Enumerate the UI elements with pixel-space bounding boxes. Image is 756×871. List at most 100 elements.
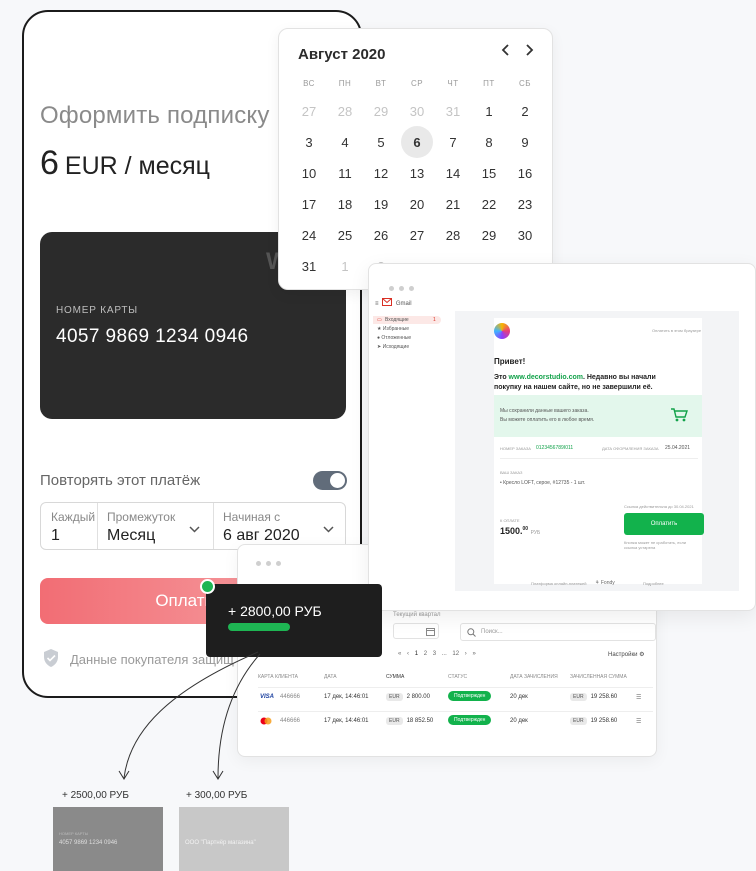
calendar-day[interactable]: 30 <box>399 104 435 119</box>
repeat-payment-label: Повторять этот платёж <box>40 472 201 489</box>
calendar-day[interactable]: 11 <box>327 166 363 181</box>
calendar-day[interactable]: 13 <box>399 166 435 181</box>
pagination[interactable]: « ‹ 1 2 3 ... 12 › » <box>398 651 476 657</box>
every-field[interactable]: Каждый 1 <box>41 503 97 549</box>
next-month-button[interactable] <box>525 43 534 61</box>
pay-note: Кнопка может не сработать, если ссылка у… <box>624 540 687 550</box>
calendar-day[interactable]: 27 <box>399 228 435 243</box>
calendar-day[interactable]: 18 <box>327 197 363 212</box>
calendar-day[interactable]: 31 <box>291 259 327 274</box>
calendar-icon <box>426 628 435 636</box>
calendar-day-selected[interactable]: 6 <box>399 126 435 158</box>
page-first[interactable]: « <box>398 651 401 657</box>
open-in-browser-link[interactable]: Оплатить в этом браузере <box>652 328 701 333</box>
calendar-day[interactable]: 30 <box>507 228 543 243</box>
calendar-day[interactable]: 14 <box>435 166 471 181</box>
calendar-day[interactable]: 27 <box>291 104 327 119</box>
calendar-day[interactable]: 8 <box>471 135 507 150</box>
sidebar-item-label: Исходящие <box>382 344 410 350</box>
calendar-day[interactable]: 2 <box>507 104 543 119</box>
calendar-day[interactable]: 9 <box>507 135 543 150</box>
inbox-count: 1 <box>433 317 436 323</box>
search-input[interactable]: Поиск... <box>460 623 656 641</box>
page-next[interactable]: › <box>465 651 467 657</box>
calendar-day[interactable]: 7 <box>435 135 471 150</box>
row-menu-icon[interactable]: ☰ <box>636 718 641 725</box>
calendar-day[interactable]: 5 <box>363 135 399 150</box>
price-unit: EUR / месяц <box>64 152 210 180</box>
calendar-day[interactable]: 31 <box>435 104 471 119</box>
card-mask: 446666 <box>280 694 301 700</box>
calendar-day[interactable]: 3 <box>291 135 327 150</box>
total-label: К ОПЛАТЕ <box>500 518 520 523</box>
search-placeholder: Поиск... <box>481 629 503 635</box>
interval-select[interactable]: Промежуток Месяц <box>97 503 213 549</box>
prev-month-button[interactable] <box>501 43 510 61</box>
sidebar-item-inbox[interactable]: ▭ Входящие 1 <box>373 316 441 324</box>
order-date: 25.04.2021 <box>665 445 691 451</box>
period-select[interactable] <box>393 623 439 639</box>
split-amount: + 300,00 РУБ <box>186 790 248 801</box>
settings-button[interactable]: Настройки ⚙ <box>608 651 644 658</box>
row-date: 17 дек, 14:46:01 <box>324 718 369 724</box>
calendar-day[interactable]: 20 <box>399 197 435 212</box>
page-number[interactable]: 3 <box>433 651 436 657</box>
page-last[interactable]: » <box>472 651 475 657</box>
calendar-day[interactable]: 25 <box>327 228 363 243</box>
order-item: • Кресло LOFT, серое, #12735 - 1 шт. <box>500 480 586 486</box>
calendar-day[interactable]: 21 <box>435 197 471 212</box>
line1-prefix: Это <box>494 374 509 381</box>
table-row[interactable]: 446666 17 дек, 14:46:01 EUR 18 852.50 Под… <box>258 711 653 731</box>
menu-icon[interactable]: ≡ <box>375 301 379 307</box>
order-date-label: ДАТА ОФОРМЛЕНИЯ ЗАКАЗА <box>602 446 659 451</box>
row-menu-icon[interactable]: ☰ <box>636 694 641 701</box>
line1-suffix: . Недавно вы начали <box>582 374 656 381</box>
sidebar-item-starred[interactable]: ★ Избранные <box>377 326 409 332</box>
order-items-label: ВАШ ЗАКАЗ <box>500 470 523 475</box>
status-label: Подтвержден <box>448 691 492 701</box>
page-prev[interactable]: ‹ <box>407 651 409 657</box>
cart-icon <box>671 408 688 422</box>
calendar-month: Август 2020 <box>298 46 386 63</box>
calendar-day[interactable]: 29 <box>363 104 399 119</box>
fondy-label: Fondy <box>600 580 615 586</box>
email-greeting: Привет! <box>494 357 526 366</box>
table-row[interactable]: VISA 446666 17 дек, 14:46:01 EUR 2 800.00… <box>258 687 653 707</box>
calendar-day[interactable]: 1 <box>471 104 507 119</box>
column-header[interactable]: СУММА <box>386 674 404 680</box>
calendar-day[interactable]: 22 <box>471 197 507 212</box>
column-header: ДАТА <box>324 674 337 680</box>
calendar-day[interactable]: 28 <box>327 104 363 119</box>
calendar-day[interactable]: 16 <box>507 166 543 181</box>
subscription-price: 6 EUR / месяц <box>40 144 210 183</box>
repeat-payment-toggle[interactable] <box>313 471 347 490</box>
calendar-day[interactable]: 24 <box>291 228 327 243</box>
email-pay-button[interactable]: Оплатить <box>624 513 704 535</box>
calendar-day[interactable]: 17 <box>291 197 327 212</box>
split-arrows <box>118 651 261 780</box>
gmail-brand: Gmail <box>395 301 412 307</box>
calendar-day[interactable]: 4 <box>327 135 363 150</box>
store-link[interactable]: www.decorstudio.com <box>509 374 583 381</box>
calendar-day[interactable]: 12 <box>363 166 399 181</box>
footer-link[interactable]: Подробнее <box>643 581 664 586</box>
calendar-day[interactable]: 19 <box>363 197 399 212</box>
calendar-day[interactable]: 15 <box>471 166 507 181</box>
sidebar-item-sent[interactable]: ➤ Исходящие <box>377 344 409 350</box>
calendar-day[interactable]: 23 <box>507 197 543 212</box>
calendar-day[interactable]: 1 <box>327 259 363 274</box>
start-date-select[interactable]: Начиная с 6 авг 2020 <box>213 503 345 549</box>
calendar-day[interactable]: 10 <box>291 166 327 181</box>
calendar-day[interactable]: 26 <box>363 228 399 243</box>
page-number[interactable]: 2 <box>424 651 427 657</box>
page-number[interactable]: 12 <box>452 651 459 657</box>
saved-order-banner: Мы сохранили данные вашего заказа. Вы мо… <box>494 395 702 437</box>
order-number-label: НОМЕР ЗАКАЗА <box>500 446 531 451</box>
calendar-day[interactable]: 28 <box>435 228 471 243</box>
page-number[interactable]: 1 <box>415 651 418 657</box>
sidebar-item-snoozed[interactable]: ● Отложенные <box>377 335 411 341</box>
calendar-day[interactable]: 29 <box>471 228 507 243</box>
period-label: Текущий квартал <box>393 612 441 618</box>
shield-icon <box>44 649 58 667</box>
gear-icon: ⚙ <box>639 652 645 658</box>
